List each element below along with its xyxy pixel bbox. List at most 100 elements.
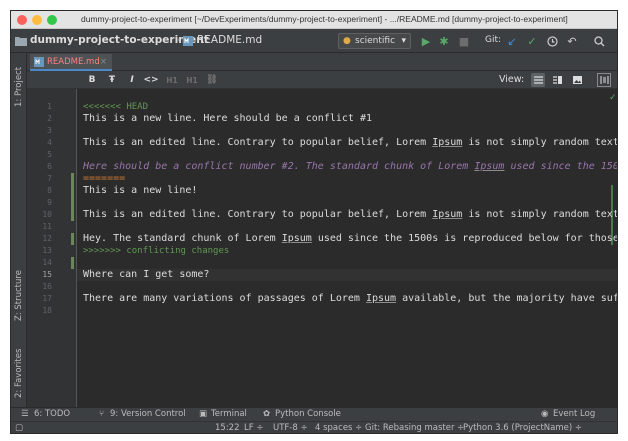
code-text: is not simply random text	[462, 137, 618, 148]
window-controls	[17, 15, 57, 25]
code-line[interactable]: Where can I get some?	[83, 269, 209, 281]
spellcheck-word: Ipsum	[365, 293, 397, 304]
editor-only-view-icon[interactable]	[531, 73, 545, 87]
header-up-button[interactable]: H1	[165, 73, 179, 87]
code-text: Hey. The standard chunk of Lorem	[83, 233, 282, 244]
code-line[interactable]: This is an edited line. Contrary to popu…	[83, 209, 617, 221]
code-editor[interactable]: ✓ 1 <<<<<<< HEAD 2 This is a new line. Here…	[27, 89, 618, 407]
version-control-icon: ⑂	[99, 409, 105, 419]
python-icon: ●	[343, 36, 351, 46]
caret-position[interactable]: 15:22	[215, 423, 240, 433]
line-number: 11	[42, 222, 52, 231]
tool-tab-todo[interactable]: 6: TODO	[34, 409, 70, 419]
code-text: available, but the majority have suf	[396, 293, 618, 304]
window-title: dummy-project-to-experiment [~/DevExperi…	[81, 14, 568, 24]
code-text: used since the 1500s is reproduced below…	[311, 233, 618, 244]
file-encoding[interactable]: UTF-8 ÷	[273, 423, 308, 433]
code-line[interactable]: =======	[83, 173, 125, 185]
tool-tab-version-control[interactable]: 9: Version Control	[110, 409, 186, 419]
event-log-icon: ◉	[541, 409, 549, 419]
strikethrough-button[interactable]: Ŧ	[105, 73, 119, 87]
spellcheck-word: Ipsum	[281, 233, 312, 244]
chevron-down-icon: ▾	[401, 36, 406, 46]
code-text: There are many variations of passages of…	[83, 293, 366, 304]
tool-tab-python-console[interactable]: Python Console	[275, 409, 341, 419]
close-window-button[interactable]	[17, 15, 27, 25]
line-number: 1	[47, 102, 52, 111]
stop-icon[interactable]: ■	[456, 33, 472, 49]
line-number: 8	[47, 186, 52, 195]
line-number: 17	[42, 294, 52, 303]
tool-tab-project[interactable]: 1: Project	[12, 57, 26, 117]
line-number: 15	[42, 270, 52, 279]
view-label: View:	[499, 74, 525, 85]
vcs-change-marker	[71, 233, 74, 245]
line-number: 2	[47, 114, 52, 123]
zoom-window-button[interactable]	[47, 15, 57, 25]
breadcrumb-file[interactable]: README.md	[197, 34, 262, 46]
split-view-icon[interactable]	[550, 73, 564, 87]
tool-windows-toggle-icon[interactable]: ▢	[15, 423, 23, 433]
tool-tab-structure[interactable]: Z: Structure	[12, 261, 26, 331]
code-line[interactable]: This is a new line. Here should be a con…	[83, 113, 372, 125]
code-text: Here should be a conflict number #2. The…	[83, 161, 475, 172]
line-number: 5	[47, 150, 52, 159]
vcs-change-marker	[71, 173, 74, 221]
close-tab-icon[interactable]: ×	[100, 57, 107, 67]
code-line[interactable]: There are many variations of passages of…	[83, 293, 618, 305]
history-icon[interactable]	[544, 33, 560, 49]
tool-tab-structure-label: Z: Structure	[14, 270, 24, 322]
title-bar: dummy-project-to-experiment [~/DevExperi…	[11, 11, 617, 29]
spellcheck-word: Ipsum	[432, 137, 463, 148]
tool-tab-favorites[interactable]: 2: Favorites	[12, 343, 26, 403]
bold-button[interactable]: B	[85, 73, 99, 87]
tool-tab-event-log[interactable]: Event Log	[553, 409, 595, 419]
code-line[interactable]: This is an edited line. Contrary to popu…	[83, 137, 618, 149]
python-interpreter[interactable]: Python 3.6 (ProjectName) ÷	[463, 423, 582, 433]
code-line[interactable]: >>>>>>> conflicting changes	[83, 245, 229, 257]
revert-icon[interactable]: ↶	[564, 33, 580, 49]
line-number: 9	[47, 198, 52, 207]
italic-button[interactable]: I	[125, 73, 139, 87]
git-commit-icon[interactable]: ✓	[524, 33, 540, 49]
minimize-window-button[interactable]	[32, 15, 42, 25]
python-console-icon: ✿	[263, 409, 271, 419]
layout-toggle-icon[interactable]	[597, 73, 611, 87]
code-button[interactable]: <>	[143, 73, 158, 87]
search-icon[interactable]	[591, 33, 607, 49]
debug-icon[interactable]: ✱	[436, 33, 452, 49]
tool-tab-project-label: 1: Project	[14, 66, 24, 108]
bottom-tool-bar: ☰ 6: TODO ⑂ 9: Version Control ▣ Termina…	[11, 407, 617, 421]
tab-readme[interactable]: README.md ×	[30, 54, 112, 71]
preview-only-view-icon[interactable]	[570, 73, 584, 87]
code-text: This is an edited line. Contrary to popu…	[83, 209, 433, 220]
line-number: 10	[42, 210, 52, 219]
git-update-icon[interactable]: ↙	[504, 33, 520, 49]
code-text: used since the 1500	[504, 161, 618, 172]
tab-readme-label: README.md	[47, 57, 100, 67]
inspection-ok-icon: ✓	[609, 93, 617, 103]
line-separator[interactable]: LF ÷	[244, 423, 263, 433]
line-number: 13	[42, 246, 52, 255]
line-number: 3	[47, 126, 52, 135]
tool-tab-favorites-label: 2: Favorites	[14, 348, 24, 398]
link-button[interactable]: ⛓	[205, 73, 219, 87]
code-line[interactable]: This is a new line!	[83, 185, 197, 197]
run-config-label: scientific	[355, 36, 396, 46]
code-line[interactable]: Here should be a conflict number #2. The…	[83, 161, 618, 173]
git-branch-status[interactable]: Git: Rebasing master ÷	[365, 423, 464, 433]
line-number: 6	[47, 162, 52, 171]
code-line[interactable]: <<<<<<< HEAD	[83, 101, 148, 113]
status-bar: ▢ 15:22 LF ÷ UTF-8 ÷ 4 spaces ÷ Git: Reb…	[11, 421, 617, 433]
indent-setting[interactable]: 4 spaces ÷	[315, 423, 362, 433]
todo-icon: ☰	[21, 409, 29, 419]
tool-tab-terminal[interactable]: Terminal	[211, 409, 247, 419]
header-down-button[interactable]: H1	[185, 73, 199, 87]
run-config-selector[interactable]: ● scientific ▾	[338, 33, 411, 49]
line-number: 16	[42, 282, 52, 291]
ide-window: dummy-project-to-experiment [~/DevExperi…	[10, 10, 618, 434]
run-icon[interactable]: ▶	[418, 33, 434, 49]
code-line[interactable]: Hey. The standard chunk of Lorem Ipsum u…	[83, 233, 618, 245]
left-tool-strip: 1: Project Z: Structure 2: Favorites	[11, 53, 27, 407]
editor-tab-bar: README.md ×	[27, 53, 617, 71]
